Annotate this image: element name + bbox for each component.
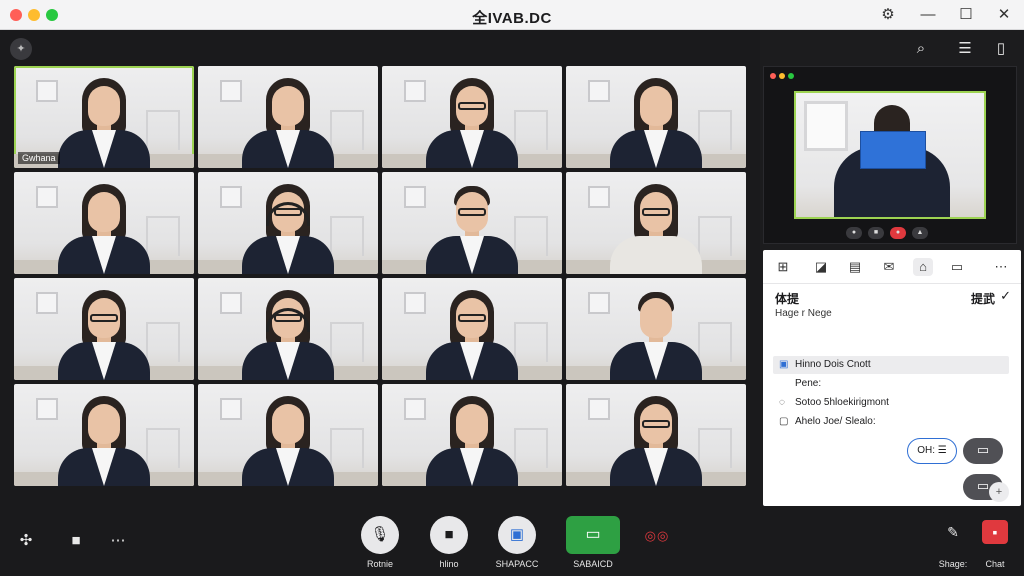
list-item-label: Ahelo Joe/ Slealo: <box>795 416 876 427</box>
edit-icon[interactable]: ✓ <box>1000 288 1011 304</box>
list-icon[interactable]: ☰ <box>954 38 976 60</box>
list-item[interactable]: ◌ Sotoo 5hloekirigmont <box>773 394 1009 412</box>
panel-toolbar: ⊞ ◪ ▤ ✉ ⌂ ▭ ⋯ <box>763 250 1021 284</box>
home-icon[interactable]: ⌂ <box>913 258 933 276</box>
participant-tile[interactable] <box>566 66 746 168</box>
list-item[interactable]: ▢ Ahelo Joe/ Slealo: <box>773 413 1009 431</box>
more-options-icon[interactable]: ⋯ <box>106 530 130 552</box>
participant-avatar <box>604 72 708 168</box>
shared-screen-card <box>860 131 926 169</box>
video-button[interactable]: ■ <box>430 516 468 554</box>
list-item[interactable]: Pene: <box>773 375 1009 393</box>
participant-tile[interactable] <box>382 384 562 486</box>
preview-mic-icon[interactable]: ● <box>846 227 862 239</box>
close-icon[interactable]: ✕ <box>994 5 1014 25</box>
participant-tile[interactable] <box>14 278 194 380</box>
participant-tile[interactable]: Gwhana <box>14 66 194 168</box>
participant-avatar <box>420 390 524 486</box>
participant-name: Gwhana <box>18 152 60 164</box>
participant-tile[interactable] <box>566 384 746 486</box>
camera-settings-icon[interactable]: ■ <box>64 530 88 552</box>
ok-button[interactable]: OH: ☰ <box>907 438 957 464</box>
comment-icon: ◌ <box>779 397 785 408</box>
document-icon: ▢ <box>779 416 789 427</box>
preview-dot <box>770 73 776 79</box>
reply-icon[interactable]: ▭ <box>963 438 1003 464</box>
move-icon[interactable]: ✣ <box>14 530 38 552</box>
maximize-icon[interactable]: ☐ <box>956 5 976 25</box>
participant-tile[interactable] <box>14 384 194 486</box>
presenter-video <box>794 91 986 219</box>
participant-tile[interactable] <box>566 278 746 380</box>
participant-avatar <box>604 284 708 380</box>
screen-share-green-button[interactable]: ▭ <box>566 516 620 554</box>
search-icon[interactable]: ⌕ <box>910 38 932 60</box>
more-icon[interactable]: ⋯ <box>991 258 1011 276</box>
participant-avatar <box>604 390 708 486</box>
section-subtitle: Hage r Nege <box>775 308 832 319</box>
participant-tile[interactable] <box>198 172 378 274</box>
list-item-label: Pene: <box>795 378 822 389</box>
participant-avatar <box>236 390 340 486</box>
chart-icon[interactable]: ◪ <box>811 258 831 276</box>
preview-camera-icon[interactable]: ■ <box>868 227 884 239</box>
screen-icon[interactable]: ▭ <box>947 258 967 276</box>
list-item-label: Hinno Dois Cnott <box>795 359 871 370</box>
record-icon[interactable]: ◎◎ <box>640 528 674 544</box>
share-screen-button[interactable]: ▣ <box>498 516 536 554</box>
participant-tile[interactable] <box>382 278 562 380</box>
participant-avatar <box>236 284 340 380</box>
list-item[interactable]: ▣ Hinno Dois Cnott <box>773 356 1009 374</box>
participant-avatar <box>236 72 340 168</box>
presenter-preview[interactable]: ● ■ ● ▲ <box>763 66 1017 244</box>
folder-icon: ▣ <box>779 359 789 370</box>
meeting-controls: ✣ ■ ⋯ 🎙 Rotnie ■ hlino ▣ SHAPACC ▭ SABAI… <box>0 506 1024 576</box>
preview-dot <box>779 73 785 79</box>
chat-icon[interactable]: ✉ <box>879 258 899 276</box>
gear-icon[interactable]: ⚙ <box>878 5 898 25</box>
participant-avatar <box>52 72 156 168</box>
pencil-icon[interactable]: ✎ <box>940 520 966 544</box>
window-title: 全IVAB.DC <box>472 10 552 27</box>
preview-more-icon[interactable]: ▲ <box>912 227 928 239</box>
phone-icon[interactable]: ▯ <box>990 38 1012 60</box>
participant-tile[interactable] <box>198 66 378 168</box>
participant-tile[interactable] <box>382 172 562 274</box>
layout-icon[interactable]: ▤ <box>845 258 865 276</box>
chat-label: Chat <box>985 559 1005 569</box>
participant-avatar <box>420 72 524 168</box>
add-icon[interactable]: + <box>989 482 1009 502</box>
participant-avatar <box>604 178 708 274</box>
preview-end-icon[interactable]: ● <box>890 227 906 239</box>
participant-tile[interactable] <box>566 172 746 274</box>
side-panel-card: ⊞ ◪ ▤ ✉ ⌂ ▭ ⋯ 体提 提武 ✓ Hage r Nege ▣ Hinn… <box>763 250 1021 506</box>
participant-tile[interactable] <box>198 384 378 486</box>
participant-avatar <box>52 390 156 486</box>
mute-button[interactable]: 🎙 <box>361 516 399 554</box>
participant-avatar <box>420 178 524 274</box>
participant-tile[interactable] <box>198 278 378 380</box>
right-panel: ⌕ ☰ ▯ ● ■ ● ▲ ⊞ ◪ ▤ ✉ ⌂ ▭ ⋯ 体提 提武 ✓ Hage… <box>760 30 1024 506</box>
section-title: 体提 <box>775 292 800 306</box>
participant-avatar <box>52 284 156 380</box>
participant-avatar <box>236 178 340 274</box>
chat-icon[interactable]: ▪ <box>982 520 1008 544</box>
background-window <box>804 101 848 151</box>
grid-icon[interactable]: ⊞ <box>773 258 793 276</box>
participant-tile[interactable] <box>382 66 562 168</box>
minimize-icon[interactable]: — <box>918 5 938 25</box>
title-bar: 全IVAB.DC ⚙ — ☐ ✕ <box>0 0 1024 30</box>
list-item-label: Sotoo 5hloekirigmont <box>795 397 889 408</box>
participant-avatar <box>52 178 156 274</box>
participant-tile[interactable] <box>14 172 194 274</box>
participant-avatar <box>420 284 524 380</box>
screen-label: SABAICD <box>573 559 613 569</box>
app-window: 全IVAB.DC ⚙ — ☐ ✕ ✦ Gwhana ⌕ ☰ ▯ ● ■ ● ▲ … <box>0 0 1024 576</box>
preview-dot <box>788 73 794 79</box>
app-badge-icon[interactable]: ✦ <box>10 38 32 60</box>
section-action-label[interactable]: 提武 <box>971 290 995 307</box>
participant-grid: Gwhana <box>14 66 746 496</box>
